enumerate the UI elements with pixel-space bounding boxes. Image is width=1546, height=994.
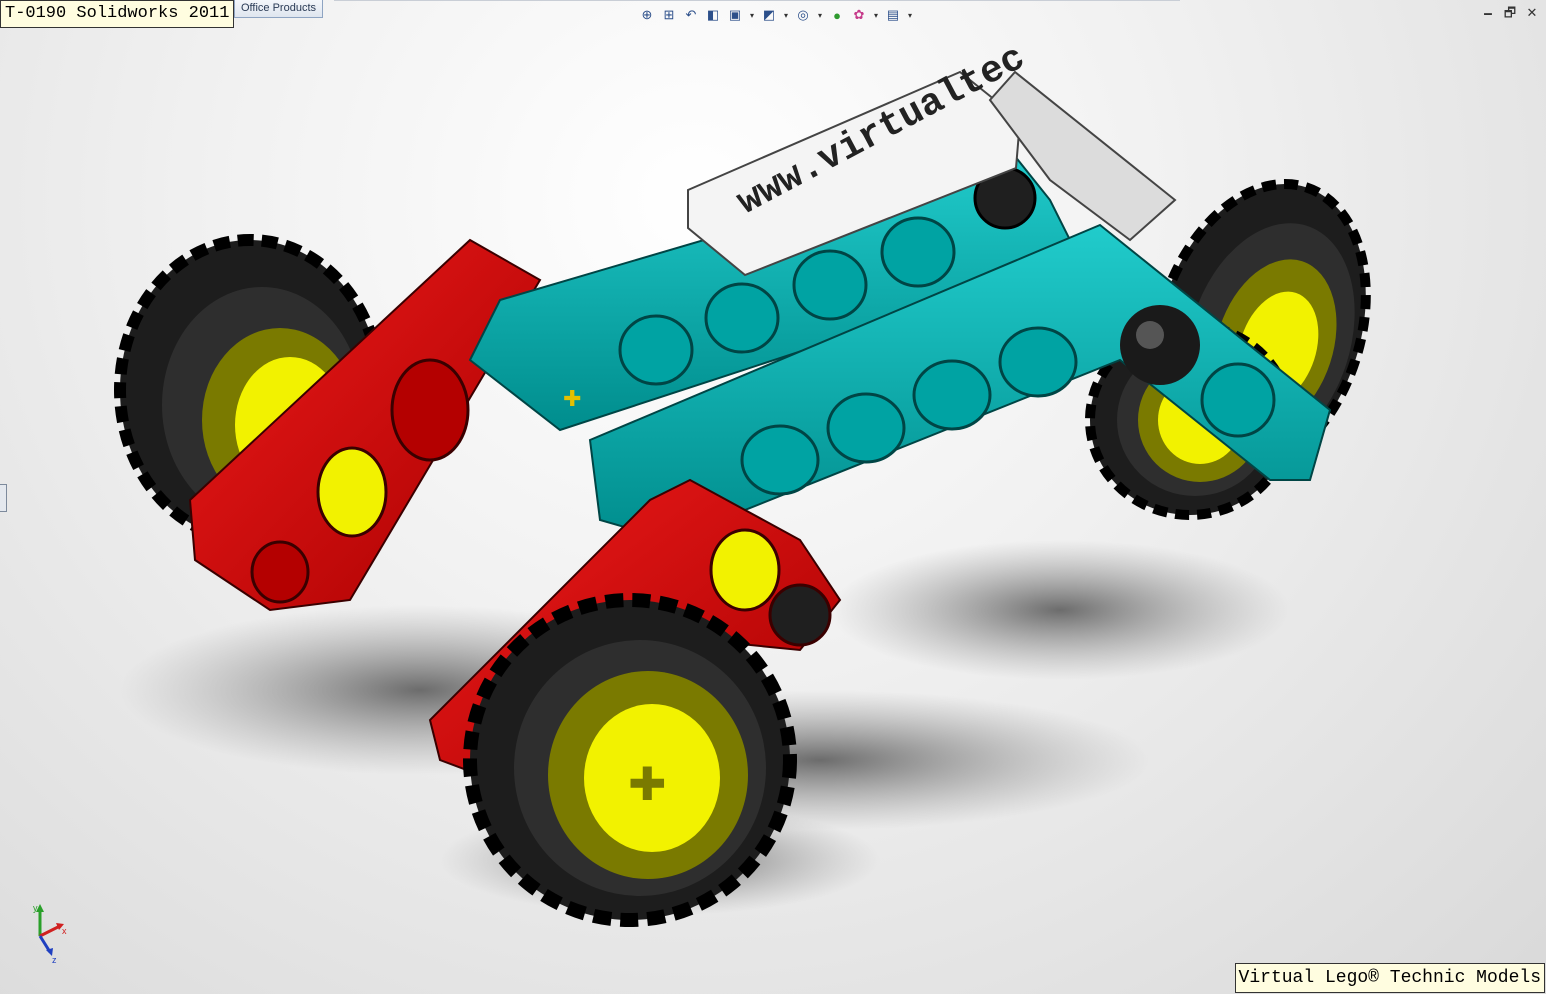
- chevron-down-icon[interactable]: ▾: [872, 6, 880, 24]
- graphics-area[interactable]: ✚ www.virtualtec ✚ T-0190 Solidworks 201…: [0, 0, 1546, 994]
- edit-appearance-icon[interactable]: ●: [828, 6, 846, 24]
- tab-office-products[interactable]: Office Products: [234, 0, 323, 18]
- triad-x-label: x: [62, 926, 67, 936]
- window-controls: 🗕 🗗 ✕: [1480, 5, 1540, 21]
- heads-up-toolbar: ⊕ ⊞ ↶ ◧ ▣ ▾ ◩ ▾ ◎ ▾ ● ✿ ▾ ▤ ▾: [638, 4, 914, 26]
- restore-icon[interactable]: 🗗: [1502, 5, 1518, 21]
- hide-show-items-icon[interactable]: ◎: [794, 6, 812, 24]
- zoom-to-fit-icon[interactable]: ⊕: [638, 6, 656, 24]
- view-settings-icon[interactable]: ▤: [884, 6, 902, 24]
- wheel-front: ✚: [463, 593, 797, 927]
- chevron-down-icon[interactable]: ▾: [748, 6, 756, 24]
- section-view-icon[interactable]: ◧: [704, 6, 722, 24]
- display-style-icon[interactable]: ◩: [760, 6, 778, 24]
- close-icon[interactable]: ✕: [1524, 5, 1540, 21]
- previous-view-icon[interactable]: ↶: [682, 6, 700, 24]
- chevron-down-icon[interactable]: ▾: [906, 6, 914, 24]
- triad-y-label: y: [33, 903, 38, 913]
- svg-text:✚: ✚: [563, 386, 581, 411]
- svg-text:✚: ✚: [628, 758, 667, 810]
- model-canvas[interactable]: ✚ www.virtualtec ✚: [0, 0, 1546, 994]
- footer-caption: Virtual Lego® Technic Models: [1234, 963, 1545, 993]
- minimize-icon[interactable]: 🗕: [1480, 5, 1496, 21]
- chevron-down-icon[interactable]: ▾: [816, 6, 824, 24]
- view-orientation-icon[interactable]: ▣: [726, 6, 744, 24]
- window-title: T-0190 Solidworks 2011: [0, 0, 235, 28]
- reference-triad: y x z: [33, 903, 67, 964]
- triad-z-label: z: [52, 955, 57, 964]
- top-divider: [334, 0, 1180, 1]
- chevron-down-icon[interactable]: ▾: [782, 6, 790, 24]
- panel-expand-handle[interactable]: [0, 484, 7, 512]
- tab-strip: e Office Products: [222, 0, 323, 19]
- zoom-area-icon[interactable]: ⊞: [660, 6, 678, 24]
- apply-scene-icon[interactable]: ✿: [850, 6, 868, 24]
